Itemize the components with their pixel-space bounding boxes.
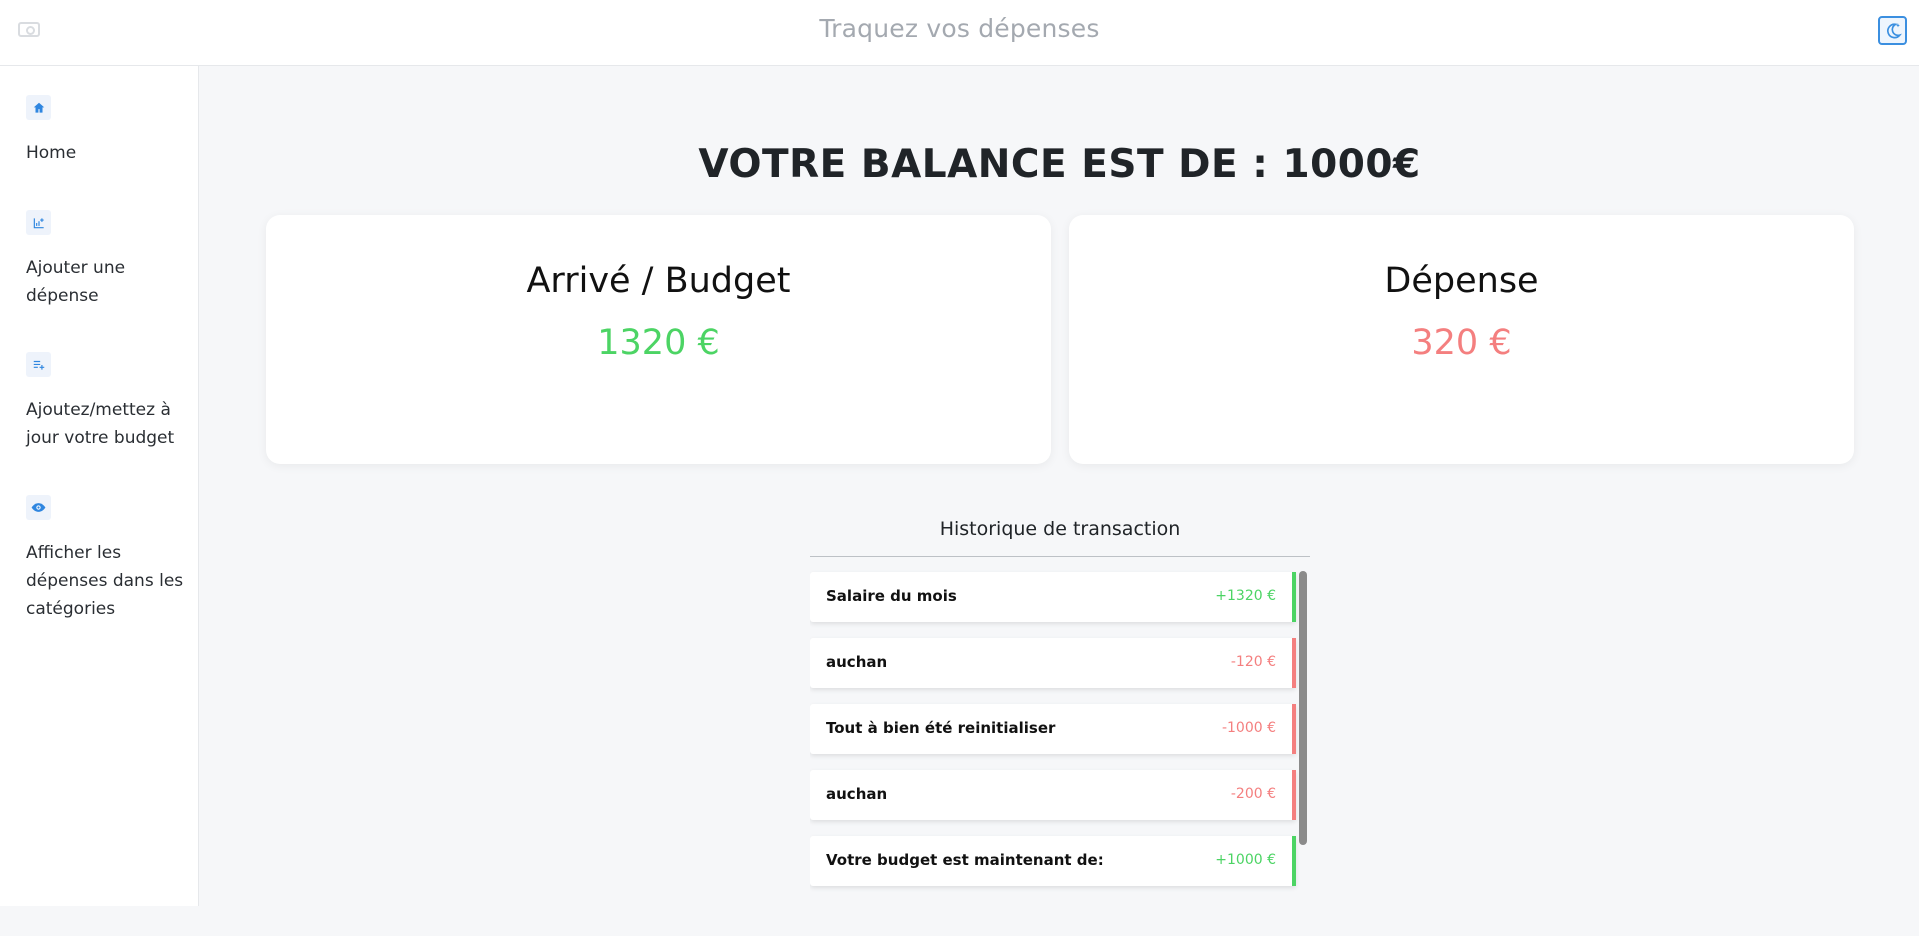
- sidebar: Home Ajouter une dépense Ajoutez/mettez …: [0, 66, 199, 906]
- transaction-name: Votre budget est maintenant de:: [826, 851, 1104, 869]
- transaction-list-scrollbar[interactable]: [1299, 571, 1307, 845]
- top-bar: Traquez vos dépenses: [0, 0, 1919, 66]
- transaction-item[interactable]: auchan -200 €: [810, 770, 1296, 820]
- transaction-item[interactable]: Salaire du mois +1320 €: [810, 572, 1296, 622]
- transaction-indicator: [1292, 770, 1296, 820]
- transaction-indicator: [1292, 704, 1296, 754]
- transaction-indicator: [1292, 638, 1296, 688]
- sidebar-item-label: Afficher les dépenses dans les catégorie…: [26, 543, 184, 619]
- history-divider: [810, 556, 1310, 557]
- transaction-name: Tout à bien été reinitialiser: [826, 719, 1056, 737]
- theme-toggle-button[interactable]: [1878, 16, 1907, 45]
- transaction-list[interactable]: Salaire du mois +1320 € auchan -120 € To…: [810, 568, 1310, 936]
- expense-card: Dépense 320 €: [1069, 215, 1854, 464]
- transaction-item[interactable]: auchan -120 €: [810, 638, 1296, 688]
- transaction-amount: +1000 €: [1215, 852, 1276, 868]
- sidebar-item-label: Ajoutez/mettez à jour votre budget: [26, 400, 175, 448]
- transaction-indicator: [1292, 836, 1296, 886]
- sidebar-item-label: Ajouter une dépense: [26, 258, 126, 306]
- transaction-amount: -200 €: [1230, 786, 1276, 802]
- playlist-add-icon: [26, 352, 51, 377]
- app-title: Traquez vos dépenses: [819, 14, 1100, 43]
- transaction-amount: +1320 €: [1215, 588, 1276, 604]
- sidebar-item-label: Home: [26, 143, 77, 163]
- eye-icon: [26, 495, 51, 520]
- balance-heading: VOTRE BALANCE EST DE : 1000€: [698, 142, 1421, 187]
- transaction-name: auchan: [826, 785, 888, 803]
- transaction-item[interactable]: Votre budget est maintenant de: +1000 €: [810, 836, 1296, 886]
- transaction-name: auchan: [826, 653, 888, 671]
- transaction-item[interactable]: Tout à bien été reinitialiser -1000 €: [810, 704, 1296, 754]
- history-title: Historique de transaction: [939, 518, 1181, 540]
- expense-card-value: 320 €: [1411, 323, 1512, 363]
- home-icon: [26, 95, 51, 120]
- transaction-indicator: [1292, 572, 1296, 622]
- chart-add-icon: [26, 210, 51, 235]
- income-card-title: Arrivé / Budget: [526, 261, 791, 301]
- moon-stars-icon: [1886, 22, 1902, 38]
- transaction-amount: -1000 €: [1221, 720, 1276, 736]
- income-card-value: 1320 €: [597, 323, 720, 363]
- main-content: VOTRE BALANCE EST DE : 1000€ Arrivé / Bu…: [200, 66, 1919, 906]
- transaction-amount: -120 €: [1230, 654, 1276, 670]
- income-card: Arrivé / Budget 1320 €: [266, 215, 1051, 464]
- transaction-name: Salaire du mois: [826, 587, 957, 605]
- expense-card-title: Dépense: [1384, 261, 1539, 301]
